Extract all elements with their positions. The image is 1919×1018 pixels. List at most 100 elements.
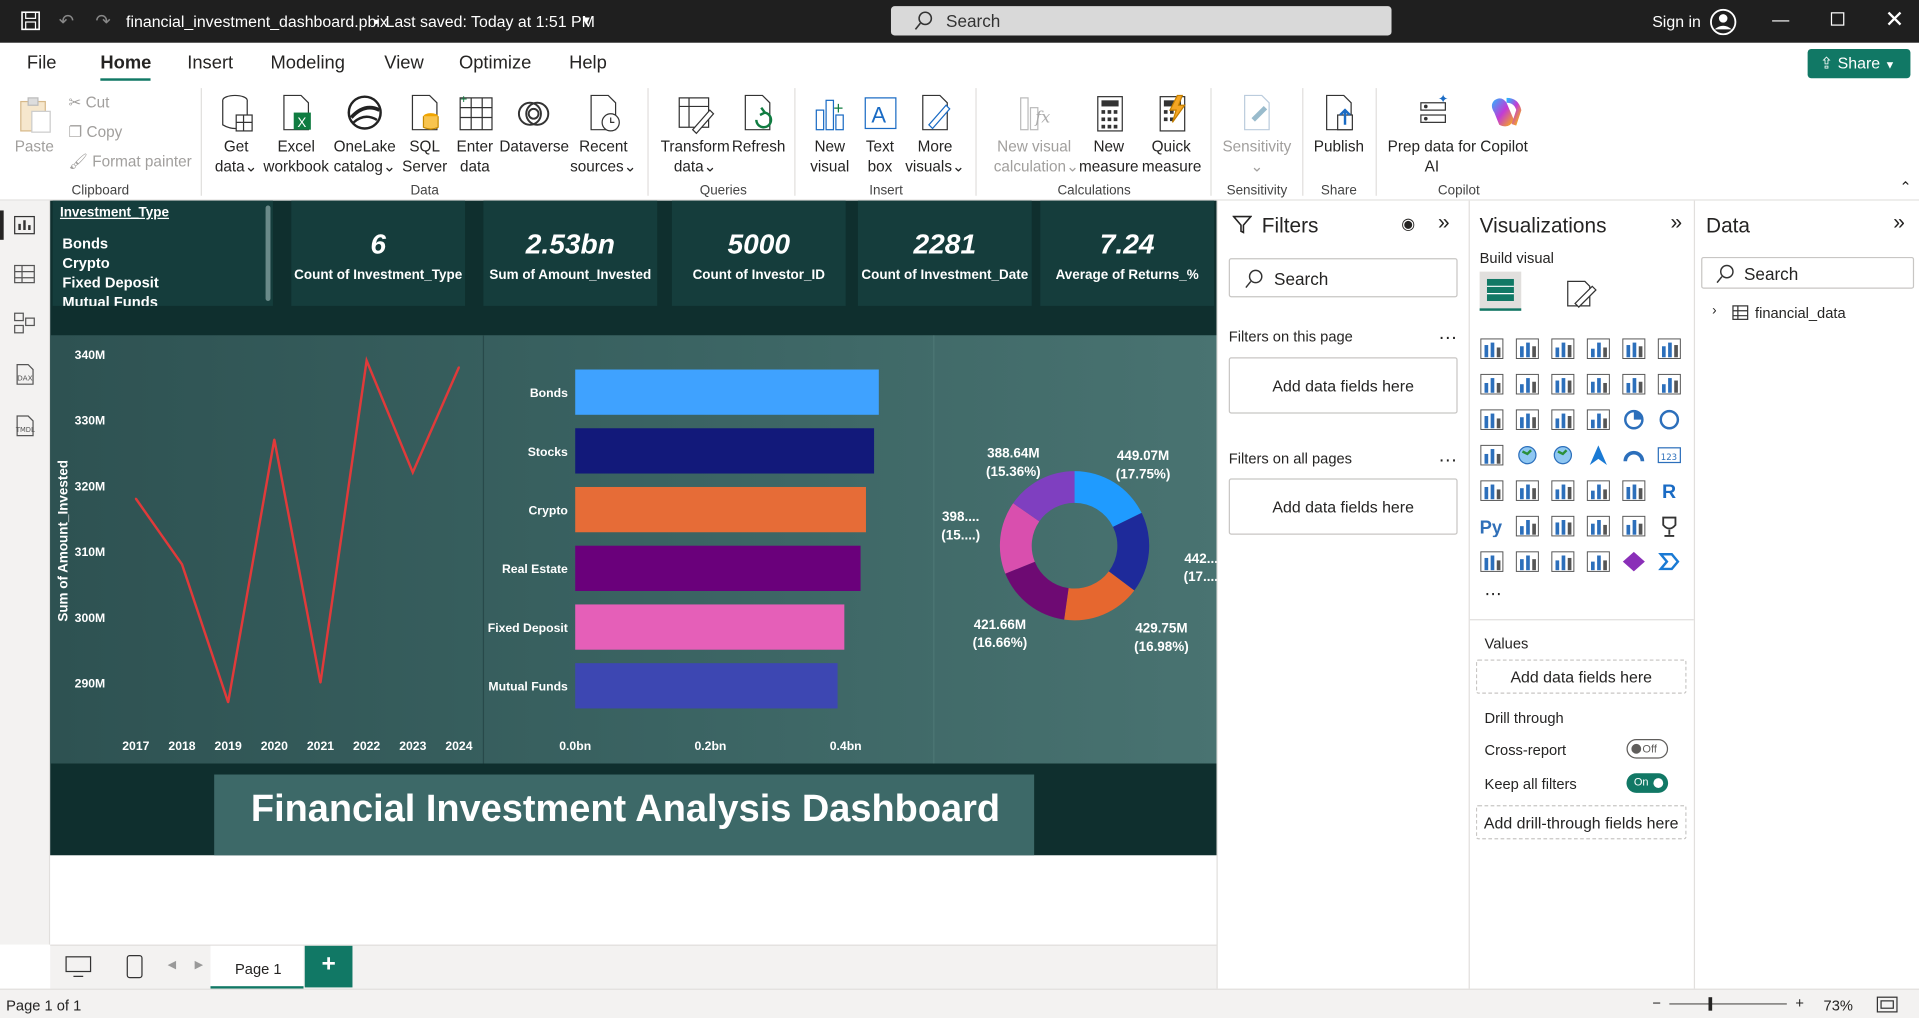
title-search[interactable]: Search <box>890 6 1392 36</box>
close-icon[interactable]: ✕ <box>1885 6 1904 34</box>
get-data-button[interactable]: Get data⌄ <box>209 93 263 176</box>
copy-button[interactable]: ❐ Copy <box>69 122 123 142</box>
decomposition-tree-icon[interactable] <box>1551 515 1575 537</box>
table-view-icon[interactable] <box>12 262 36 286</box>
maximize-icon[interactable] <box>1830 12 1845 26</box>
line-clustered-icon[interactable] <box>1657 373 1681 395</box>
minimize-icon[interactable]: — <box>1772 10 1789 30</box>
more-options-icon[interactable]: … <box>1438 445 1458 467</box>
dax-query-view-icon[interactable]: DAX <box>12 362 36 386</box>
zoom-in-icon[interactable]: + <box>1795 995 1804 1012</box>
goals-icon[interactable] <box>1657 515 1681 537</box>
narrative-icon[interactable] <box>1622 515 1646 537</box>
eye-icon[interactable]: ◉ <box>1401 214 1415 234</box>
menu-file[interactable]: File <box>27 53 57 74</box>
add-page-button[interactable]: + <box>304 945 353 988</box>
save-icon[interactable] <box>21 11 41 31</box>
menu-modeling[interactable]: Modeling <box>270 53 345 74</box>
kpi-icon[interactable] <box>1515 480 1539 502</box>
table-icon[interactable] <box>1586 480 1610 502</box>
collapse-ribbon-icon[interactable]: ⌃ <box>1899 179 1911 196</box>
chevron-down-icon[interactable]: ▼ <box>580 15 592 28</box>
menu-help[interactable]: Help <box>569 53 607 74</box>
undo-icon[interactable]: ↶ <box>59 10 74 32</box>
sensitivity-button[interactable]: Sensitivity ⌄ <box>1219 93 1295 176</box>
python-visual-icon[interactable]: Py <box>1480 515 1504 537</box>
filled-map-icon[interactable] <box>1551 444 1575 466</box>
collapse-data-icon[interactable]: » <box>1893 210 1905 234</box>
metrics-icon[interactable] <box>1586 551 1610 573</box>
refresh-button[interactable]: Refresh <box>732 93 785 157</box>
new-visual-button[interactable]: + New visual <box>804 93 855 176</box>
excel-workbook-button[interactable]: X Excel workbook <box>262 93 331 176</box>
100-bar-icon[interactable] <box>1622 338 1646 360</box>
ribbon-chart-icon[interactable] <box>1480 409 1504 431</box>
slicer-item[interactable]: Bonds <box>62 234 158 254</box>
onelake-button[interactable]: OneLake catalog⌄ <box>333 93 397 176</box>
drill-through-drop[interactable]: Add drill-through fields here <box>1475 805 1687 840</box>
menu-home[interactable]: Home <box>100 53 151 74</box>
slicer-scrollbar[interactable] <box>265 205 271 301</box>
stacked-bar-icon[interactable] <box>1480 338 1504 360</box>
collapse-filters-icon[interactable]: » <box>1438 210 1450 234</box>
filters-search[interactable]: Search <box>1228 258 1458 298</box>
tmdl-view-icon[interactable]: TMDL <box>12 414 36 438</box>
funnel-icon[interactable] <box>1551 409 1575 431</box>
fit-to-page-icon[interactable] <box>1876 995 1898 1015</box>
waterfall-icon[interactable] <box>1515 409 1539 431</box>
gauge-icon[interactable] <box>1622 444 1646 466</box>
power-apps-icon[interactable] <box>1515 551 1539 573</box>
table-financial-data[interactable]: financial_data <box>1755 305 1846 322</box>
power-automate-icon[interactable] <box>1551 551 1575 573</box>
transform-data-button[interactable]: Transform data⌄ <box>660 93 731 176</box>
azure-map-icon[interactable] <box>1586 444 1610 466</box>
new-visual-calculation-button[interactable]: fx New visual calculation⌄ <box>994 93 1079 176</box>
last-saved[interactable]: Last saved: Today at 1:51 PM <box>386 12 595 30</box>
cross-report-toggle[interactable]: Off <box>1626 739 1669 759</box>
card-icon[interactable]: 123 <box>1657 444 1681 466</box>
model-view-icon[interactable] <box>12 311 36 335</box>
clustered-column-icon[interactable] <box>1586 338 1610 360</box>
matrix-icon[interactable] <box>1622 480 1646 502</box>
more-options-icon[interactable]: … <box>1438 323 1458 345</box>
stacked-area-icon[interactable] <box>1551 373 1575 395</box>
key-influencers-icon[interactable] <box>1515 515 1539 537</box>
menu-view[interactable]: View <box>384 53 423 74</box>
copilot-button[interactable]: Copilot <box>1475 93 1534 157</box>
menu-insert[interactable]: Insert <box>187 53 233 74</box>
zoom-out-icon[interactable]: − <box>1652 995 1661 1012</box>
scatter-icon[interactable] <box>1586 409 1610 431</box>
line-chart-icon[interactable] <box>1480 373 1504 395</box>
clustered-bar-icon[interactable] <box>1551 338 1575 360</box>
investment-type-slicer[interactable]: Investment_Type Bonds Crypto Fixed Depos… <box>52 200 273 306</box>
slicer-item[interactable]: Mutual Funds <box>62 292 158 306</box>
pie-icon[interactable] <box>1622 409 1646 431</box>
filters-page-drop[interactable]: Add data fields here <box>1228 357 1458 414</box>
100-area-icon[interactable] <box>1586 373 1610 395</box>
slicer-item[interactable]: Crypto <box>62 253 158 273</box>
new-measure-button[interactable]: New measure <box>1077 93 1141 176</box>
treemap-icon[interactable] <box>1480 444 1504 466</box>
filters-all-drop[interactable]: Add data fields here <box>1228 478 1458 535</box>
map-icon[interactable] <box>1515 444 1539 466</box>
chevron-icon[interactable] <box>1657 551 1681 573</box>
line-column-icon[interactable] <box>1622 373 1646 395</box>
sign-in[interactable]: Sign in <box>1652 12 1701 30</box>
diamond-icon[interactable] <box>1622 551 1646 573</box>
cut-button[interactable]: ✂ Cut <box>69 93 110 113</box>
zoom-slider-thumb[interactable] <box>1708 997 1713 1011</box>
quick-measure-button[interactable]: Quick measure <box>1142 93 1201 176</box>
multi-row-card-icon[interactable] <box>1480 480 1504 502</box>
slicer-icon[interactable] <box>1551 480 1575 502</box>
share-button[interactable]: ⇪ Share ▼ <box>1807 48 1911 79</box>
donut-icon[interactable] <box>1657 409 1681 431</box>
recent-sources-button[interactable]: Recent sources⌄ <box>568 93 639 176</box>
expand-icon[interactable]: › <box>1712 303 1716 318</box>
data-search[interactable]: Search <box>1701 256 1915 289</box>
report-view-icon[interactable] <box>12 213 36 237</box>
redo-icon[interactable]: ↷ <box>95 10 110 32</box>
collapse-visualizations-icon[interactable]: » <box>1671 210 1683 234</box>
tab-page-1[interactable]: Page 1 <box>210 945 304 990</box>
format-painter-button[interactable]: 🖌 Format painter <box>69 152 192 172</box>
more-visuals-icon[interactable]: ⋯ <box>1485 584 1502 605</box>
